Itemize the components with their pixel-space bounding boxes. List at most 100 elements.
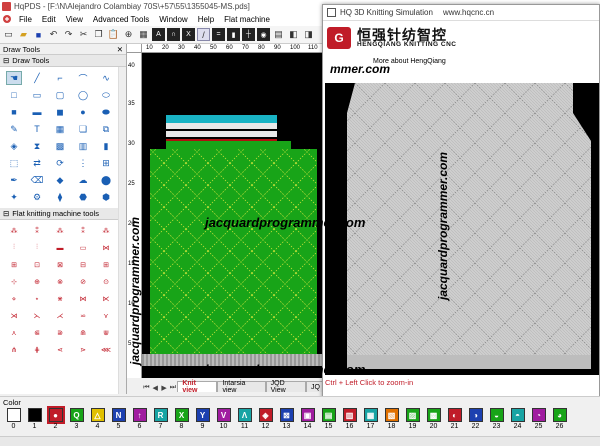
color-swatch-17[interactable]: ▦ 17 bbox=[360, 408, 381, 431]
array-tool-icon[interactable]: ⋮ bbox=[75, 156, 91, 170]
lock-tool-icon[interactable]: ⊞ bbox=[98, 156, 114, 170]
knit-tool-10-icon[interactable]: ⋈ bbox=[98, 241, 114, 255]
color-swatch-1[interactable]: 1 bbox=[24, 408, 45, 431]
polyline-icon[interactable]: ⌐ bbox=[52, 71, 68, 85]
eraser-icon[interactable]: ⌫ bbox=[29, 173, 45, 187]
color-swatch-5[interactable]: N5 bbox=[108, 408, 129, 431]
shape-c-icon[interactable]: ⬤ bbox=[98, 173, 114, 187]
paste-icon[interactable]: 📋 bbox=[107, 28, 120, 41]
color-swatch-13[interactable]: ⊠ 13 bbox=[276, 408, 297, 431]
knit-tool-1-icon[interactable]: ⁂ bbox=[6, 224, 22, 238]
knit-tool-7-icon[interactable]: ⫶ bbox=[29, 241, 45, 255]
tab-knit-view[interactable]: Knit view bbox=[177, 380, 218, 394]
knit-tool-14-icon[interactable]: ⊟ bbox=[75, 258, 91, 272]
square-icon[interactable]: ◼ bbox=[52, 105, 68, 119]
tab-jqd-view[interactable]: JQD View bbox=[265, 380, 307, 394]
knit-tool-15-icon[interactable]: ⊞ bbox=[98, 258, 114, 272]
rect-fill-icon[interactable]: ▭ bbox=[29, 88, 45, 102]
shape-e-icon[interactable]: ⚙ bbox=[29, 190, 45, 204]
color-swatch-20[interactable]: ▩ 20 bbox=[423, 408, 444, 431]
move-tool-icon[interactable]: ⧉ bbox=[98, 122, 114, 136]
color-swatch-22[interactable]: ◑ 22 bbox=[465, 408, 486, 431]
knit-tool-40-icon[interactable]: ⋘ bbox=[98, 343, 114, 357]
knit-tool-21-icon[interactable]: ⋄ bbox=[6, 292, 22, 306]
knit-tool-24-icon[interactable]: ⋈ bbox=[75, 292, 91, 306]
knit-tool-36-icon[interactable]: ⋔ bbox=[6, 343, 22, 357]
menu-view[interactable]: View bbox=[61, 15, 88, 24]
save-icon[interactable]: ■ bbox=[32, 28, 45, 41]
copy-tool-icon[interactable]: ❏ bbox=[75, 122, 91, 136]
tab-intarsia-view[interactable]: Intarsia view bbox=[217, 380, 266, 394]
knit-tool-37-icon[interactable]: ⋕ bbox=[29, 343, 45, 357]
color-swatch-26[interactable]: ◕ 26 bbox=[549, 408, 570, 431]
knit-tool-17-icon[interactable]: ⊕ bbox=[29, 275, 45, 289]
undo-icon[interactable]: ↶ bbox=[47, 28, 60, 41]
sim-3d-view[interactable] bbox=[325, 83, 599, 375]
chart-tool-icon[interactable]: ▮ bbox=[98, 139, 114, 153]
knit-tool-23-icon[interactable]: ⋇ bbox=[52, 292, 68, 306]
circle-icon[interactable]: ● bbox=[75, 105, 91, 119]
stripe-tool-icon[interactable]: ▥ bbox=[75, 139, 91, 153]
knit-tool-25-icon[interactable]: ⋉ bbox=[98, 292, 114, 306]
app-logo-icon[interactable] bbox=[2, 14, 12, 24]
redo-icon[interactable]: ↷ bbox=[62, 28, 75, 41]
color-swatch-11[interactable]: Λ 11 bbox=[234, 408, 255, 431]
color-swatch-12[interactable]: ◈ 12 bbox=[255, 408, 276, 431]
knit-tool-20-icon[interactable]: ⊙ bbox=[98, 275, 114, 289]
shape-d-icon[interactable]: ✦ bbox=[6, 190, 22, 204]
knit-tool-4-icon[interactable]: ⁑ bbox=[75, 224, 91, 238]
round-rect-icon[interactable]: ▢ bbox=[52, 88, 68, 102]
pattern-tool-icon[interactable]: ▩ bbox=[52, 139, 68, 153]
pointer-icon[interactable]: ☚ bbox=[6, 71, 22, 85]
rotate-tool-icon[interactable]: ⟳ bbox=[52, 156, 68, 170]
knit-tool-34-icon[interactable]: ⋒ bbox=[75, 326, 91, 340]
fill-rect-icon[interactable]: ■ bbox=[6, 105, 22, 119]
knit-tool-39-icon[interactable]: ⋗ bbox=[75, 343, 91, 357]
color-swatch-0[interactable]: 0 bbox=[3, 408, 24, 431]
grid-icon[interactable]: ▦ bbox=[137, 28, 150, 41]
grid-tool-icon[interactable]: ▦ bbox=[52, 122, 68, 136]
line-icon[interactable]: ╱ bbox=[29, 71, 45, 85]
color-swatch-23[interactable]: ◒ 23 bbox=[486, 408, 507, 431]
menu-flat-machine[interactable]: Flat machine bbox=[219, 15, 275, 24]
menu-window[interactable]: Window bbox=[154, 15, 192, 24]
menu-advanced-tools[interactable]: Advanced Tools bbox=[88, 15, 154, 24]
knit-tool-11-icon[interactable]: ⊞ bbox=[6, 258, 22, 272]
ellipse-icon[interactable]: ◯ bbox=[75, 88, 91, 102]
rect-icon[interactable]: □ bbox=[6, 88, 22, 102]
knit-tool-9-icon[interactable]: ▭ bbox=[75, 241, 91, 255]
tool-h-icon[interactable]: ◉ bbox=[257, 28, 270, 41]
knit-tool-32-icon[interactable]: ⋐ bbox=[29, 326, 45, 340]
tool-c-icon[interactable]: X bbox=[182, 28, 195, 41]
knit-tool-31-icon[interactable]: ⋏ bbox=[6, 326, 22, 340]
color-swatch-18[interactable]: ▧ 18 bbox=[381, 408, 402, 431]
knit-tool-26-icon[interactable]: ⋊ bbox=[6, 309, 22, 323]
knit-tool-3-icon[interactable]: ⁂ bbox=[52, 224, 68, 238]
picker-icon[interactable]: ✒ bbox=[6, 173, 22, 187]
shape-f-icon[interactable]: ⧫ bbox=[52, 190, 68, 204]
fill-round-icon[interactable]: ▬ bbox=[29, 105, 45, 119]
knit-tool-28-icon[interactable]: ⋌ bbox=[52, 309, 68, 323]
knit-tool-27-icon[interactable]: ⋋ bbox=[29, 309, 45, 323]
mirror-tool-icon[interactable]: ⧗ bbox=[29, 139, 45, 153]
tool-g-icon[interactable]: ┼ bbox=[242, 28, 255, 41]
section-draw-tools[interactable]: ⊟ Draw Tools bbox=[0, 55, 126, 67]
tool-i-icon[interactable]: ▤ bbox=[272, 28, 285, 41]
knit-tool-35-icon[interactable]: ⋓ bbox=[98, 326, 114, 340]
color-swatch-3[interactable]: Q3 bbox=[66, 408, 87, 431]
menu-file[interactable]: File bbox=[14, 15, 37, 24]
tool-a-icon[interactable]: A bbox=[152, 28, 165, 41]
section-flat-knitting[interactable]: ⊟ Flat knitting machine tools bbox=[0, 208, 126, 220]
color-swatch-9[interactable]: Y9 bbox=[192, 408, 213, 431]
oval-icon[interactable]: ⬬ bbox=[98, 105, 114, 119]
color-swatch-21[interactable]: ◐ 21 bbox=[444, 408, 465, 431]
tool-k-icon[interactable]: ◨ bbox=[302, 28, 315, 41]
color-swatch-14[interactable]: ▣ 14 bbox=[297, 408, 318, 431]
curve-icon[interactable]: ⌒ bbox=[75, 71, 91, 85]
color-swatch-24[interactable]: ◓ 24 bbox=[507, 408, 528, 431]
fill-tool-icon[interactable]: ◈ bbox=[6, 139, 22, 153]
shape-g-icon[interactable]: ⬣ bbox=[75, 190, 91, 204]
knit-tool-22-icon[interactable]: ⋆ bbox=[29, 292, 45, 306]
zoom-icon[interactable]: ⊕ bbox=[122, 28, 135, 41]
panel-close-icon[interactable]: ✕ bbox=[117, 45, 123, 54]
